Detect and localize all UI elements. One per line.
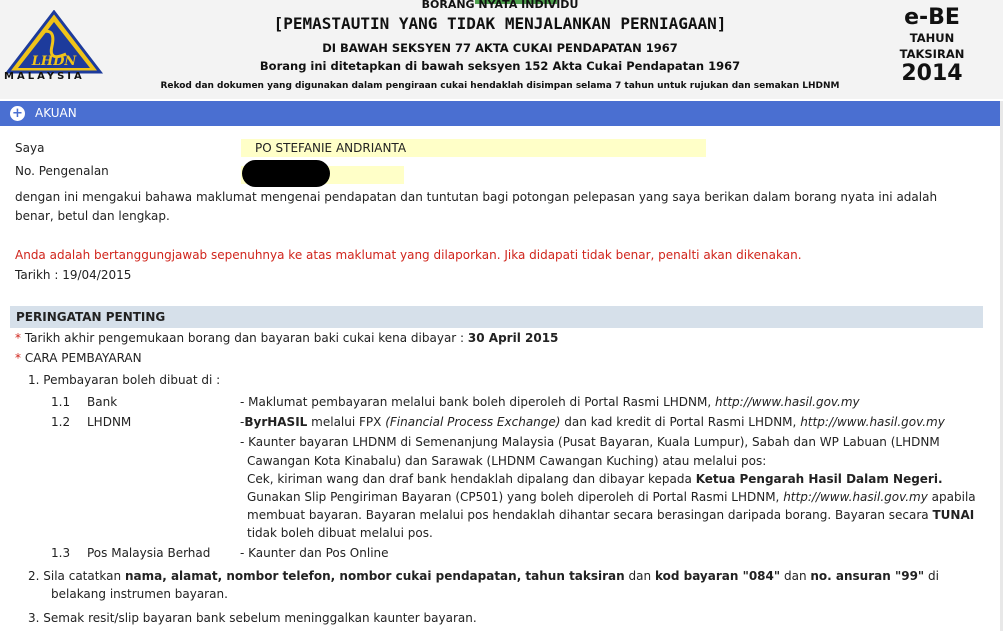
item-2-b: nama, alamat, nombor telefon, nombor cuk… bbox=[124, 569, 625, 583]
pos-text: membuat bayaran. Bayaran melalui pos hen… bbox=[247, 508, 929, 522]
plus-circle-icon[interactable]: + bbox=[10, 106, 25, 121]
record-note: Rekod dan dokumen yang digunakan dalam p… bbox=[160, 81, 840, 91]
assessment-year: 2014 bbox=[901, 61, 963, 86]
item-2-line-2: belakang instrumen bayaran. bbox=[51, 587, 228, 601]
row-1-1-num: 1.1 bbox=[51, 395, 71, 409]
kaunter-line-2: Cawangan Kota Kinabalu) dan Sarawak (LHD… bbox=[247, 454, 767, 468]
row-1-2-label: LHDNM bbox=[87, 415, 132, 429]
row-1-3-num: 1.3 bbox=[51, 546, 71, 560]
tarikh-text: Tarikh : 19/04/2015 bbox=[15, 268, 132, 282]
cek-text: Cek, kiriman wang dan draf bank hendakla… bbox=[247, 472, 692, 486]
deadline-text: Tarikh akhir pengemukaan borang dan baya… bbox=[24, 331, 465, 345]
item-2-f: no. ansuran "99" bbox=[810, 569, 925, 583]
kaunter-line-5: membuat bayaran. Bayaran melalui pos hen… bbox=[247, 508, 974, 522]
item-2: 2. Sila catatkan nama, alamat, nombor te… bbox=[28, 569, 939, 583]
cara-text: CARA PEMBAYARAN bbox=[24, 351, 142, 365]
item-2-a: 2. Sila catatkan bbox=[28, 569, 122, 583]
redaction-mark bbox=[242, 160, 330, 187]
form-title: [PEMASTAUTIN YANG TIDAK MENJALANKAN PERN… bbox=[273, 14, 727, 33]
item-2-c: dan bbox=[628, 569, 652, 583]
kaunter-line-3: Cek, kiriman wang dan draf bank hendakla… bbox=[247, 472, 943, 486]
taksiran-label: TAKSIRAN bbox=[899, 47, 965, 61]
tahun-label: TAHUN bbox=[909, 31, 955, 45]
form-code-block: e-BE TAHUN TAKSIRAN 2014 bbox=[891, 6, 973, 86]
form-type: BORANG NYATA INDIVIDU bbox=[421, 0, 579, 11]
kaunter-line-4: Gunakan Slip Pengiriman Bayaran (CP501) … bbox=[247, 490, 976, 504]
id-label: No. Pengenalan bbox=[15, 164, 109, 178]
logo-text: LHDN bbox=[31, 54, 78, 69]
hasil-link[interactable]: http://www.hasil.gov.my bbox=[715, 395, 860, 409]
saya-field[interactable]: PO STEFANIE ANDRIANTA bbox=[241, 139, 706, 157]
saya-label: Saya bbox=[15, 141, 45, 155]
kaunter-line-1: - Kaunter bayaran LHDNM di Semenanjung M… bbox=[240, 435, 940, 449]
fpx-prefix: melalui FPX bbox=[311, 415, 382, 429]
deadline-date: 30 April 2015 bbox=[467, 331, 559, 345]
section-akuan-bar[interactable]: + AKUAN bbox=[0, 101, 1000, 126]
slip-text: Gunakan Slip Pengiriman Bayaran (CP501) … bbox=[247, 490, 780, 504]
logo-word: MALAYSIA bbox=[4, 71, 85, 82]
payee-text: Ketua Pengarah Hasil Dalam Negeri. bbox=[695, 472, 943, 486]
byrhasil-text: ByrHASIL bbox=[244, 415, 308, 429]
hasil-link[interactable]: http://www.hasil.gov.my bbox=[800, 415, 945, 429]
row-1-3-text: - Kaunter dan Pos Online bbox=[240, 546, 389, 560]
cara-line: * CARA PEMBAYARAN bbox=[15, 351, 142, 365]
section-label: AKUAN bbox=[35, 106, 77, 120]
bank-info: - Maklumat pembayaran melalui bank boleh… bbox=[240, 395, 712, 409]
fpx-suffix: dan kad kredit di Portal Rasmi LHDNM, bbox=[564, 415, 797, 429]
item-2-g: di bbox=[928, 569, 939, 583]
kaunter-line-6: tidak boleh dibuat melalui pos. bbox=[247, 526, 433, 540]
fpx-text: (Financial Process Exchange) bbox=[385, 415, 561, 429]
peringatan-header: PERINGATAN PENTING bbox=[10, 306, 983, 328]
tunai-text: TUNAI bbox=[932, 508, 975, 522]
declaration-text: dengan ini mengakui bahawa maklumat meng… bbox=[15, 190, 938, 223]
asterisk-icon: * bbox=[15, 331, 21, 345]
responsibility-warning: Anda adalah bertanggungjawab sepenuhnya … bbox=[15, 248, 802, 262]
item-2-d: kod bayaran "084" bbox=[654, 569, 781, 583]
deadline-line: * Tarikh akhir pengemukaan borang dan ba… bbox=[15, 331, 558, 345]
form-code: e-BE bbox=[904, 5, 960, 30]
row-1-3-label: Pos Malaysia Berhad bbox=[87, 546, 211, 560]
item-3: 3. Semak resit/slip bayaran bank sebelum… bbox=[28, 611, 477, 625]
item-1: 1. Pembayaran boleh dibuat di : bbox=[28, 373, 221, 387]
row-1-1-label: Bank bbox=[87, 395, 118, 409]
item-2-e: dan bbox=[783, 569, 807, 583]
form-subtitle-2: Borang ini ditetapkan di bawah seksyen 1… bbox=[259, 59, 741, 73]
row-1-2-text: -ByrHASIL melalui FPX (Financial Process… bbox=[240, 415, 945, 429]
form-subtitle-1: DI BAWAH SEKSYEN 77 AKTA CUKAI PENDAPATA… bbox=[322, 41, 678, 55]
slip-suffix: apabila bbox=[931, 490, 976, 504]
hasil-link[interactable]: http://www.hasil.gov.my bbox=[783, 490, 928, 504]
form-header: LHDN MALAYSIA BORANG NYATA INDIVIDU [PEM… bbox=[0, 0, 1003, 99]
row-1-1-text: - Maklumat pembayaran melalui bank boleh… bbox=[240, 395, 860, 409]
row-1-2-num: 1.2 bbox=[51, 415, 71, 429]
asterisk-icon: * bbox=[15, 351, 21, 365]
